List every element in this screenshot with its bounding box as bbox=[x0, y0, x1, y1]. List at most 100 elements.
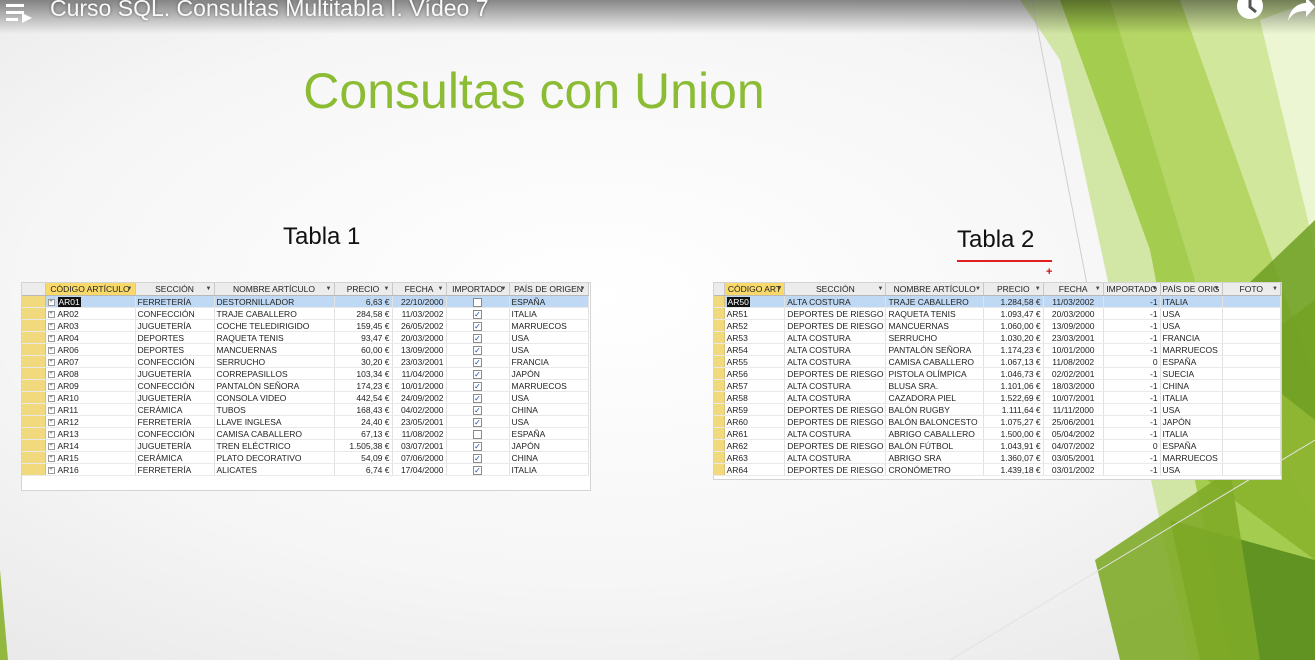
row-selector[interactable] bbox=[714, 331, 725, 344]
row-selector[interactable] bbox=[714, 439, 725, 452]
cell-seccion[interactable]: FERRETERÍA bbox=[135, 415, 215, 428]
cell-nombre[interactable]: DESTORNILLADOR bbox=[214, 295, 335, 308]
cell-foto[interactable] bbox=[1222, 343, 1282, 356]
column-header-nombre[interactable]: NOMBRE ARTÍCULO ▼ bbox=[214, 283, 335, 296]
cell-importado[interactable]: ✓ bbox=[446, 463, 510, 476]
cell-importado[interactable] bbox=[446, 295, 510, 308]
checkbox-checked[interactable]: ✓ bbox=[473, 309, 482, 319]
cell-nombre[interactable]: RAQUETA TENIS bbox=[214, 331, 335, 344]
cell-codigo[interactable]: AR53 bbox=[724, 331, 786, 344]
cell-importado[interactable]: -1 bbox=[1103, 379, 1161, 392]
cell-seccion[interactable]: CONFECCIÓN bbox=[135, 427, 215, 440]
cell-fecha[interactable]: 11/08/2002 bbox=[392, 427, 447, 440]
dropdown-arrow-icon[interactable]: ▼ bbox=[1272, 286, 1278, 292]
clock-icon[interactable] bbox=[1234, 0, 1266, 25]
table1-datasheet[interactable]: CÓDIGO ARTÍCULO ▼ SECCIÓN ▼ NOMBRE ARTÍCUL… bbox=[22, 283, 590, 490]
cell-importado[interactable]: -1 bbox=[1103, 295, 1161, 308]
cell-seccion[interactable]: ALTA COSTURA bbox=[784, 451, 887, 464]
cell-precio[interactable]: 1.075,27 € bbox=[983, 415, 1044, 428]
dropdown-arrow-icon[interactable]: ▼ bbox=[127, 286, 133, 292]
cell-seccion[interactable]: JUGUETERÍA bbox=[135, 319, 215, 332]
expand-icon[interactable]: + bbox=[47, 382, 55, 390]
cell-pais[interactable]: USA bbox=[1160, 307, 1223, 320]
column-header-precio[interactable]: PRECIO ▼ bbox=[983, 283, 1044, 296]
cell-pais[interactable]: MARRUECOS bbox=[1160, 343, 1223, 356]
table-row[interactable]: + AR01 FERRETERÍA DESTORNILLADOR 6,63 €22/10… bbox=[22, 295, 589, 308]
cell-importado[interactable]: -1 bbox=[1103, 343, 1161, 356]
cell-codigo[interactable]: AR50 bbox=[724, 295, 786, 308]
cell-fecha[interactable]: 11/03/2002 bbox=[392, 307, 447, 320]
cell-seccion[interactable]: DEPORTES bbox=[135, 343, 215, 356]
cell-precio[interactable]: 284,58 € bbox=[334, 307, 393, 320]
cell-seccion[interactable]: DEPORTES DE RIESGO bbox=[784, 319, 887, 332]
cell-nombre[interactable]: CORREPASILLOS bbox=[214, 367, 335, 380]
cell-foto[interactable] bbox=[1222, 331, 1282, 344]
cell-seccion[interactable]: CERÁMICA bbox=[135, 403, 215, 416]
cell-foto[interactable] bbox=[1222, 427, 1282, 440]
cell-pais[interactable]: USA bbox=[509, 391, 589, 404]
cell-importado[interactable]: ✓ bbox=[446, 451, 510, 464]
dropdown-arrow-icon[interactable]: ▼ bbox=[384, 286, 390, 292]
cell-nombre[interactable]: MANCUERNAS bbox=[885, 319, 984, 332]
table-row[interactable]: + AR03 JUGUETERÍA COCHE TELEDIRIGIDO 159,45 … bbox=[22, 319, 589, 332]
cell-fecha[interactable]: 18/03/2000 bbox=[1043, 379, 1104, 392]
cell-precio[interactable]: 1.046,73 € bbox=[983, 367, 1044, 380]
expand-icon[interactable]: + bbox=[47, 442, 55, 450]
cell-fecha[interactable]: 24/09/2002 bbox=[392, 391, 447, 404]
dropdown-arrow-icon[interactable]: ▼ bbox=[776, 286, 782, 292]
table-row[interactable]: + AR14 JUGUETERÍA TREN ELÉCTRICO 1.505,38 €0… bbox=[22, 439, 589, 452]
cell-precio[interactable]: 60,00 € bbox=[334, 343, 393, 356]
cell-pais[interactable]: CHINA bbox=[1160, 379, 1223, 392]
cell-codigo[interactable]: AR60 bbox=[724, 415, 786, 428]
dropdown-arrow-icon[interactable]: ▼ bbox=[1095, 286, 1101, 292]
cell-precio[interactable]: 1.111,64 € bbox=[983, 403, 1044, 416]
cell-fecha[interactable]: 23/05/2001 bbox=[392, 415, 447, 428]
cell-codigo[interactable]: AR54 bbox=[724, 343, 786, 356]
playlist-icon[interactable] bbox=[6, 0, 34, 24]
expand-icon[interactable]: + bbox=[47, 322, 55, 330]
cell-pais[interactable]: ITALIA bbox=[509, 307, 589, 320]
cell-precio[interactable]: 24,40 € bbox=[334, 415, 393, 428]
column-header-importado[interactable]: IMPORTADO ▼ bbox=[446, 283, 510, 296]
row-selector[interactable] bbox=[714, 379, 725, 392]
checkbox-checked[interactable]: ✓ bbox=[473, 333, 482, 343]
row-selector-header[interactable] bbox=[714, 283, 725, 296]
row-selector[interactable] bbox=[22, 427, 46, 440]
cell-foto[interactable] bbox=[1222, 379, 1282, 392]
cell-precio[interactable]: 67,13 € bbox=[334, 427, 393, 440]
cell-fecha[interactable]: 20/03/2000 bbox=[1043, 307, 1104, 320]
row-selector[interactable] bbox=[714, 463, 725, 476]
column-header-fecha[interactable]: FECHA ▼ bbox=[392, 283, 447, 296]
cell-fecha[interactable]: 04/02/2000 bbox=[392, 403, 447, 416]
cell-foto[interactable] bbox=[1222, 307, 1282, 320]
checkbox-checked[interactable]: ✓ bbox=[473, 345, 482, 355]
cell-seccion[interactable]: CONFECCIÓN bbox=[135, 307, 215, 320]
row-selector[interactable] bbox=[714, 307, 725, 320]
cell-fecha[interactable]: 26/05/2002 bbox=[392, 319, 447, 332]
cell-importado[interactable]: -1 bbox=[1103, 415, 1161, 428]
expand-icon[interactable]: + bbox=[47, 430, 55, 438]
cell-seccion[interactable]: ALTA COSTURA bbox=[784, 295, 887, 308]
column-header-importado[interactable]: IMPORTADO ▼ bbox=[1103, 283, 1161, 296]
cell-pais[interactable]: USA bbox=[509, 415, 589, 428]
cell-precio[interactable]: 1.067,13 € bbox=[983, 355, 1044, 368]
cell-foto[interactable] bbox=[1222, 295, 1282, 308]
cell-seccion[interactable]: CONFECCIÓN bbox=[135, 355, 215, 368]
table-row[interactable]: AR59 DEPORTES DE RIESGO BALÓN RUGBY 1.111,6… bbox=[714, 403, 1282, 416]
cell-codigo[interactable]: + AR13 bbox=[45, 427, 136, 440]
cell-fecha[interactable]: 22/10/2000 bbox=[392, 295, 447, 308]
row-selector[interactable] bbox=[22, 403, 46, 416]
table-row[interactable]: + AR06 DEPORTES MANCUERNAS 60,00 €13/09/2000… bbox=[22, 343, 589, 356]
cell-fecha[interactable]: 23/03/2001 bbox=[1043, 331, 1104, 344]
cell-precio[interactable]: 1.505,38 € bbox=[334, 439, 393, 452]
row-selector[interactable] bbox=[22, 451, 46, 464]
cell-codigo[interactable]: + AR15 bbox=[45, 451, 136, 464]
cell-codigo[interactable]: AR63 bbox=[724, 451, 786, 464]
expand-icon[interactable]: + bbox=[47, 466, 55, 474]
cell-importado[interactable]: -1 bbox=[1103, 427, 1161, 440]
cell-nombre[interactable]: TUBOS bbox=[214, 403, 335, 416]
row-selector[interactable] bbox=[714, 451, 725, 464]
column-header-precio[interactable]: PRECIO ▼ bbox=[334, 283, 393, 296]
table-row[interactable]: + AR02 CONFECCIÓN TRAJE CABALLERO 284,58 €11… bbox=[22, 307, 589, 320]
cell-precio[interactable]: 1.439,18 € bbox=[983, 463, 1044, 476]
